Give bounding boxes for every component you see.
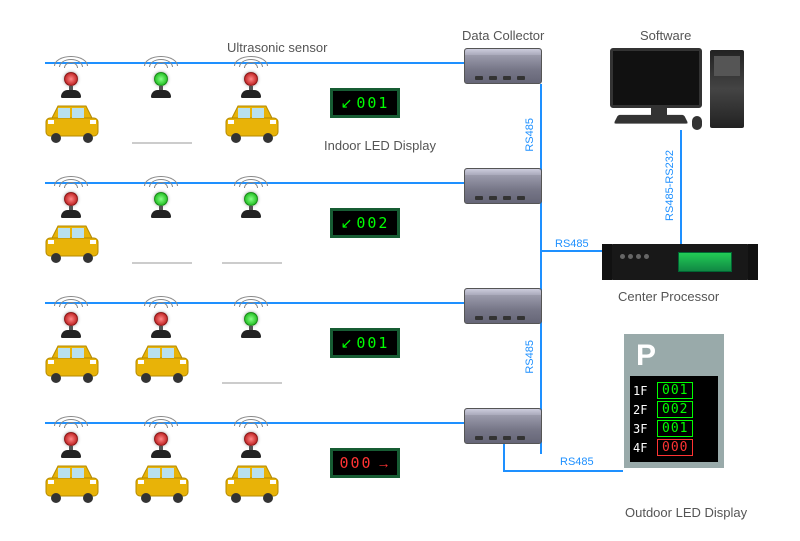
- car-icon: [220, 460, 284, 504]
- floor-count: 002: [657, 401, 693, 418]
- floor-count: 001: [657, 382, 693, 399]
- floor-count: 000: [657, 439, 693, 456]
- sensor-icon: [240, 180, 262, 218]
- car-icon: [220, 100, 284, 144]
- led-value: 000: [339, 454, 372, 472]
- sensor-icon: [150, 60, 172, 98]
- empty-slot: [132, 262, 192, 264]
- sensor-icon: [60, 420, 82, 458]
- keyboard-icon: [614, 115, 689, 124]
- sensor-icon: [240, 300, 262, 338]
- parking-row-4: 000 →: [40, 420, 440, 530]
- data-collector-label: Data Collector: [462, 28, 544, 43]
- sensor-icon: [150, 180, 172, 218]
- car-icon: [130, 340, 194, 384]
- parking-row-1: ↙ 001: [40, 60, 440, 170]
- rs485-label-2: RS485: [524, 340, 536, 374]
- wire-to-outdoor-v: [503, 440, 505, 470]
- outdoor-led-label: Outdoor LED Display: [625, 505, 747, 520]
- rs485-232-label: RS485-RS232: [664, 150, 676, 221]
- outdoor-panel: 1F 001 2F 002 3F 001 4F 000: [630, 376, 718, 462]
- rs485-label-1: RS485: [524, 118, 536, 152]
- center-processor-label: Center Processor: [618, 289, 719, 304]
- led-value: 001: [356, 334, 389, 352]
- center-processor-icon: [610, 244, 750, 280]
- car-icon: [130, 460, 194, 504]
- floor-count: 001: [657, 420, 693, 437]
- car-icon: [40, 460, 104, 504]
- mouse-icon: [692, 116, 702, 130]
- sensor-icon: [150, 420, 172, 458]
- sensor-icon: [240, 420, 262, 458]
- sensor-icon: [60, 60, 82, 98]
- data-collector-4: [464, 408, 542, 444]
- car-icon: [40, 100, 104, 144]
- arrow-icon: ↙: [341, 335, 353, 352]
- car-icon: [40, 220, 104, 264]
- floor-label: 4F: [633, 441, 653, 455]
- empty-slot: [222, 382, 282, 384]
- indoor-led-display-2: ↙ 002: [330, 208, 400, 238]
- outdoor-line: 3F 001: [633, 420, 715, 437]
- empty-slot: [132, 142, 192, 144]
- indoor-led-display-3: ↙ 001: [330, 328, 400, 358]
- computer-icon: [610, 48, 702, 108]
- sensor-icon: [240, 60, 262, 98]
- wire-collector-bus: [540, 84, 542, 454]
- arrow-icon: ↙: [341, 215, 353, 232]
- outdoor-line: 4F 000: [633, 439, 715, 456]
- rs485-label-3: RS485: [555, 238, 589, 250]
- data-collector-3: [464, 288, 542, 324]
- pc-tower-icon: [710, 50, 744, 128]
- floor-label: 2F: [633, 403, 653, 417]
- led-value: 001: [356, 94, 389, 112]
- outdoor-line: 2F 002: [633, 401, 715, 418]
- arrow-icon: →: [377, 455, 391, 471]
- monitor-icon: [610, 48, 702, 108]
- ultrasonic-sensor-label: Ultrasonic sensor: [227, 40, 327, 55]
- indoor-led-display-4: 000 →: [330, 448, 400, 478]
- arrow-icon: ↙: [341, 95, 353, 112]
- software-label: Software: [640, 28, 691, 43]
- sensor-icon: [60, 300, 82, 338]
- sensor-icon: [60, 180, 82, 218]
- parking-row-3: ↙ 001: [40, 300, 440, 410]
- outdoor-line: 1F 001: [633, 382, 715, 399]
- floor-label: 1F: [633, 384, 653, 398]
- car-icon: [40, 340, 104, 384]
- wire-to-outdoor-h: [503, 470, 623, 472]
- parking-symbol: P: [630, 340, 718, 376]
- outdoor-led-sign: P 1F 001 2F 002 3F 001 4F 000: [624, 334, 724, 468]
- floor-label: 3F: [633, 422, 653, 436]
- empty-slot: [222, 262, 282, 264]
- wire-proc-to-pc: [680, 130, 682, 245]
- data-collector-2: [464, 168, 542, 204]
- led-value: 002: [356, 214, 389, 232]
- parking-row-2: ↙ 002: [40, 180, 440, 290]
- data-collector-1: [464, 48, 542, 84]
- rs485-label-4: RS485: [560, 456, 594, 468]
- sensor-icon: [150, 300, 172, 338]
- indoor-led-display-1: ↙ 001: [330, 88, 400, 118]
